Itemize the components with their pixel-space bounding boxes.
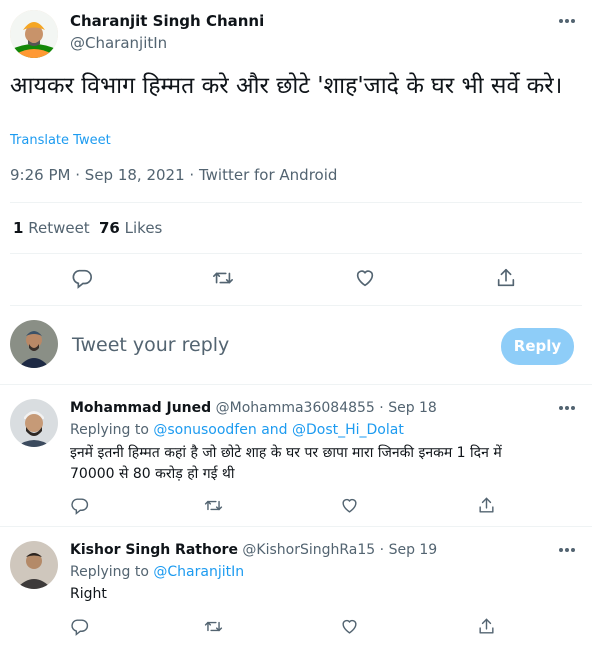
mention-link[interactable]: @CharanjitIn: [153, 564, 244, 580]
reply-icon[interactable]: [71, 267, 93, 289]
reply-icon[interactable]: [70, 496, 89, 515]
tweet-time[interactable]: 9:26 PM: [10, 166, 70, 184]
reply-author-name[interactable]: Kishor Singh Rathore: [70, 542, 238, 558]
retweet-icon[interactable]: [204, 496, 223, 515]
share-icon[interactable]: [477, 496, 496, 515]
tweet-text: आयकर विभाग हिम्मत करे और छोटे 'शाह'जादे …: [10, 73, 563, 99]
divider: [0, 526, 592, 527]
reply-author-handle[interactable]: @Mohamma36084855: [216, 400, 375, 416]
share-icon[interactable]: [495, 267, 517, 289]
author-name[interactable]: Charanjit Singh Channi: [70, 12, 264, 30]
more-options-icon[interactable]: [558, 18, 576, 24]
reply-author-avatar[interactable]: [10, 541, 58, 589]
likes-count: 76: [99, 219, 120, 237]
like-icon[interactable]: [354, 267, 376, 289]
reply-author-avatar[interactable]: [10, 399, 58, 447]
author-avatar[interactable]: [10, 10, 58, 58]
share-icon[interactable]: [477, 617, 496, 636]
replying-to-label: Replying to: [70, 422, 149, 438]
replying-and: and: [261, 422, 288, 438]
separator: ·: [75, 166, 81, 184]
divider: [0, 384, 592, 385]
retweets-stat[interactable]: 1 Retweet: [13, 219, 90, 237]
more-options-icon[interactable]: [558, 547, 576, 553]
translate-tweet-link[interactable]: Translate Tweet: [10, 133, 111, 148]
retweets-label: Retweet: [28, 219, 90, 237]
retweets-count: 1: [13, 219, 24, 237]
replying-to: Replying to @CharanjitIn: [70, 564, 244, 580]
likes-label: Likes: [124, 219, 163, 237]
reply-header: Mohammad Juned @Mohamma36084855 · Sep 18: [70, 400, 437, 416]
mention-link[interactable]: @sonusoodfen: [153, 422, 256, 438]
author-handle[interactable]: @CharanjitIn: [70, 34, 167, 52]
tweet-meta: 9:26 PM · Sep 18, 2021 · Twitter for And…: [10, 166, 337, 184]
reply-input[interactable]: Tweet your reply: [72, 334, 229, 356]
reply-author-name[interactable]: Mohammad Juned: [70, 400, 211, 416]
reply-author-handle[interactable]: @KishorSinghRa15: [242, 542, 375, 558]
reply-text-line-2: 70000 से 80 करोड़ हो गई थी: [70, 466, 235, 482]
divider: [10, 202, 582, 203]
tweet-date[interactable]: Sep 18, 2021: [85, 166, 185, 184]
likes-stat[interactable]: 76 Likes: [99, 219, 162, 237]
replying-to: Replying to @sonusoodfen and @Dost_Hi_Do…: [70, 422, 404, 438]
user-avatar[interactable]: [10, 320, 58, 368]
divider: [10, 305, 582, 306]
separator: ·: [379, 542, 385, 558]
separator: ·: [379, 400, 384, 416]
reply-text-line-1: Right: [70, 586, 107, 602]
reply-text-line-1: इनमें इतनी हिम्मत कहां है जो छोटे शाह के…: [70, 445, 502, 461]
reply-date[interactable]: Sep 19: [389, 542, 438, 558]
divider: [10, 253, 582, 254]
reply-button[interactable]: Reply: [501, 328, 574, 365]
retweet-icon[interactable]: [212, 267, 234, 289]
like-icon[interactable]: [340, 617, 359, 636]
reply-icon[interactable]: [70, 617, 89, 636]
replying-to-label: Replying to: [70, 564, 149, 580]
retweet-icon[interactable]: [204, 617, 223, 636]
tweet-source[interactable]: Twitter for Android: [199, 166, 337, 184]
more-options-icon[interactable]: [558, 405, 576, 411]
like-icon[interactable]: [340, 496, 359, 515]
reply-header: Kishor Singh Rathore @KishorSinghRa15 · …: [70, 542, 437, 558]
reply-date[interactable]: Sep 18: [388, 400, 437, 416]
separator: ·: [189, 166, 195, 184]
mention-link[interactable]: @Dost_Hi_Dolat: [292, 422, 404, 438]
